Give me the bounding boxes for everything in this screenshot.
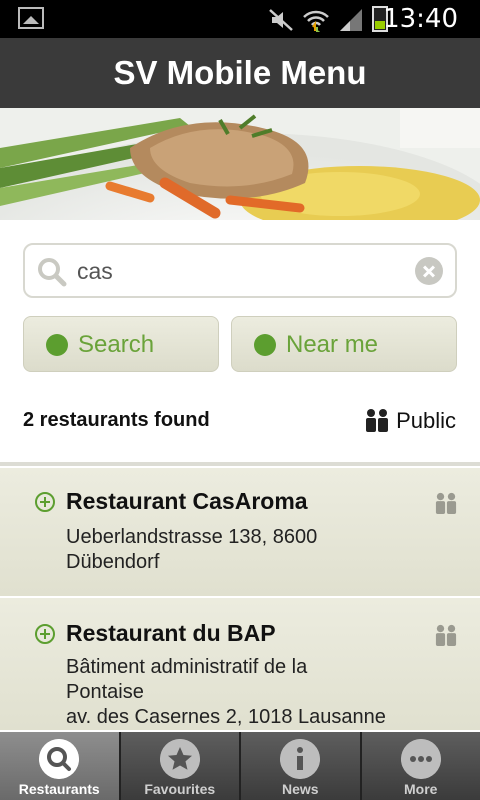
clear-icon[interactable] [415, 257, 443, 285]
location-icon [254, 334, 276, 356]
tab-label: News [281, 781, 319, 797]
people-icon [435, 624, 457, 646]
search-button[interactable]: Search [23, 316, 219, 372]
status-icons [268, 6, 388, 32]
people-icon [435, 492, 457, 514]
app-header: SV Mobile Menu [0, 38, 480, 108]
bottom-tab-bar: Restaurants Favourites News More [0, 732, 480, 800]
restaurant-name: Restaurant du BAP [66, 620, 276, 646]
search-icon [39, 739, 80, 779]
gallery-notification-icon [18, 7, 44, 29]
star-icon [159, 739, 200, 779]
search-query: cas [77, 258, 113, 284]
search-input[interactable]: cas [23, 243, 457, 298]
tab-label: More [404, 781, 438, 797]
food-illustration [0, 108, 480, 220]
list-item[interactable]: Restaurant du BAP Bâtiment administratif… [0, 598, 480, 732]
tab-label: Favourites [144, 781, 216, 797]
near-me-button-label: Near me [286, 331, 379, 358]
people-icon [366, 409, 389, 432]
search-icon [46, 334, 68, 356]
page-title: SV Mobile Menu [113, 54, 367, 91]
search-icon [38, 258, 67, 287]
add-icon[interactable] [35, 492, 55, 512]
wifi-icon [303, 10, 329, 32]
signal-icon [340, 9, 362, 31]
status-bar: 13:40 [0, 0, 480, 38]
near-me-button[interactable]: Near me [231, 316, 457, 372]
mute-icon [269, 9, 293, 31]
tab-news[interactable]: News [241, 732, 362, 800]
restaurant-address: Bâtiment administratif de la Pontaise av… [66, 656, 386, 728]
restaurant-name: Restaurant CasAroma [66, 488, 308, 514]
hero-food-image [0, 108, 480, 220]
list-item[interactable]: Restaurant CasAroma Ueberlandstrasse 138… [0, 468, 480, 598]
restaurant-address: Ueberlandstrasse 138, 8600 Dübendorf [66, 526, 318, 573]
tab-restaurants[interactable]: Restaurants [0, 732, 121, 800]
public-filter[interactable]: Public [366, 408, 456, 434]
divider [0, 462, 480, 466]
add-icon[interactable] [35, 624, 55, 644]
tab-more[interactable]: More [362, 732, 480, 800]
status-time: 13:40 [383, 4, 458, 34]
more-icon [400, 739, 441, 779]
results-count: 2 restaurants found [23, 409, 210, 431]
tab-label: Restaurants [18, 781, 100, 797]
public-label: Public [396, 408, 456, 433]
tab-favourites[interactable]: Favourites [121, 732, 241, 800]
info-icon [280, 739, 321, 779]
search-button-label: Search [78, 331, 155, 358]
